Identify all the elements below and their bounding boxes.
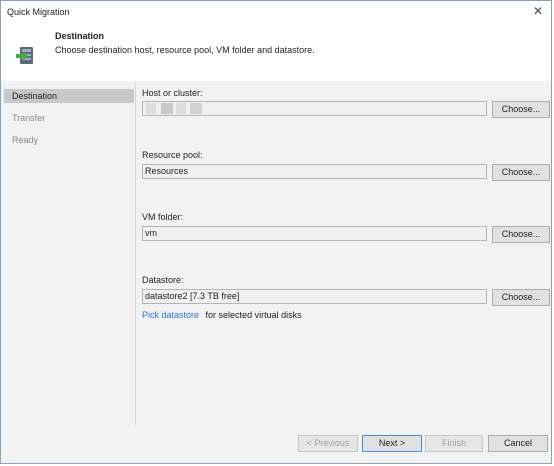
- step-transfer[interactable]: Transfer: [4, 111, 134, 125]
- datastore-label: Datastore:: [142, 275, 184, 285]
- resource-pool-field[interactable]: Resources: [142, 164, 487, 179]
- redacted-block: [176, 103, 186, 114]
- pick-datastore-link[interactable]: Pick datastore: [142, 310, 199, 320]
- redacted-block: [190, 103, 202, 114]
- step-ready[interactable]: Ready: [4, 133, 134, 147]
- step-destination[interactable]: Destination: [4, 89, 134, 103]
- choose-vm-folder-button[interactable]: Choose...: [492, 226, 550, 243]
- host-label: Host or cluster:: [142, 88, 203, 98]
- wizard-content: Host or cluster: Choose... Resource pool…: [137, 81, 551, 425]
- next-button[interactable]: Next >: [362, 435, 422, 452]
- redacted-block: [161, 103, 173, 114]
- vm-folder-label: VM folder:: [142, 212, 184, 222]
- choose-host-button[interactable]: Choose...: [492, 101, 550, 118]
- previous-button[interactable]: < Previous: [298, 435, 358, 452]
- window-title: Quick Migration: [7, 7, 70, 17]
- header-title: Destination: [55, 31, 105, 41]
- quick-migration-window: Quick Migration ✕ Destination Choose des…: [0, 0, 552, 464]
- wizard-steps-sidebar: Destination Transfer Ready: [1, 81, 136, 425]
- pick-datastore-text: for selected virtual disks: [205, 310, 302, 320]
- wizard-footer: < Previous Next > Finish Cancel: [1, 425, 551, 463]
- choose-datastore-button[interactable]: Choose...: [492, 289, 550, 306]
- migration-wizard-icon: [16, 47, 33, 64]
- wizard-header: Destination Choose destination host, res…: [1, 23, 551, 81]
- header-subtitle: Choose destination host, resource pool, …: [55, 45, 315, 55]
- title-bar: Quick Migration ✕: [1, 1, 551, 23]
- cancel-button[interactable]: Cancel: [488, 435, 548, 452]
- vm-folder-field[interactable]: vm: [142, 226, 487, 241]
- pick-datastore-line: Pick datastore for selected virtual disk…: [142, 310, 302, 320]
- close-icon[interactable]: ✕: [531, 4, 545, 18]
- resource-pool-label: Resource pool:: [142, 150, 203, 160]
- datastore-field[interactable]: datastore2 [7.3 TB free]: [142, 289, 487, 304]
- wizard-body: Destination Transfer Ready Host or clust…: [1, 81, 551, 425]
- finish-button[interactable]: Finish: [425, 435, 483, 452]
- host-field[interactable]: [142, 101, 487, 116]
- redacted-block: [146, 103, 156, 114]
- choose-resource-pool-button[interactable]: Choose...: [492, 164, 550, 181]
